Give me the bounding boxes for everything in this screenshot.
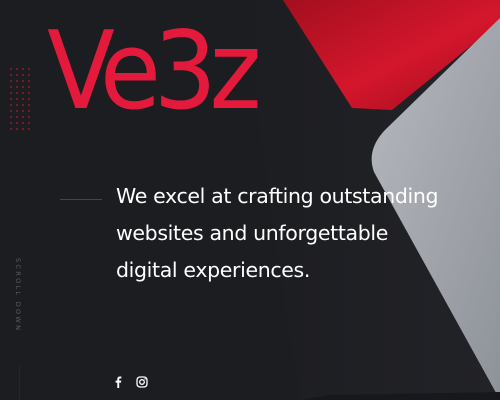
- hero-tagline: We excel at crafting outstanding website…: [116, 184, 439, 282]
- decorative-line: [60, 199, 102, 200]
- social-links: [110, 374, 150, 390]
- facebook-icon[interactable]: [110, 374, 126, 390]
- scroll-line: [19, 366, 20, 400]
- instagram-icon[interactable]: [134, 374, 150, 390]
- scroll-down-indicator[interactable]: SCROLL DOWN: [14, 258, 22, 332]
- logo[interactable]: Ve3z: [47, 18, 262, 126]
- dot-grid-decoration: [8, 66, 30, 130]
- hero-section: Ve3z We excel at crafting outstanding we…: [0, 0, 500, 400]
